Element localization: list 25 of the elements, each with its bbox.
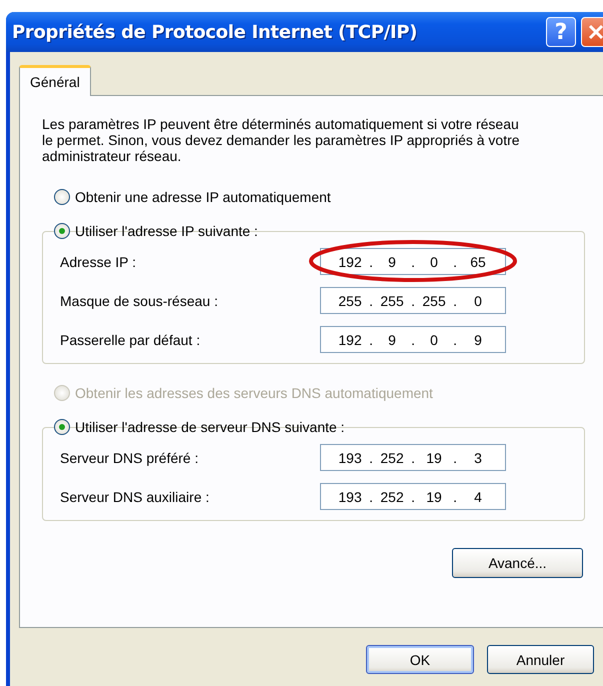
radio-label: Obtenir les adresses des serveurs DNS automatiquement — [75, 385, 433, 401]
description-text: Les paramètres IP peuvent être déterminés automatiquement si votre réseau le permet. Sinon, vous devez demander les paramètres IP appropriés à votre administrateur réseau. — [42, 116, 521, 164]
field-label: Masque de sous-réseau : — [60, 292, 219, 308]
radio-label: Obtenir une adresse IP automatiquement — [75, 189, 331, 205]
ip-address-field[interactable]: 192 . 9 . 0 . 65 — [320, 248, 506, 275]
field-label: Passerelle par défaut : — [60, 332, 202, 348]
radio-button[interactable] — [54, 189, 70, 205]
radio-button[interactable] — [54, 419, 70, 435]
field-label: Adresse IP : — [60, 254, 138, 270]
ip-address-field[interactable]: 193 . 252 . 19 . 4 — [320, 483, 506, 510]
window-title: Propriétés de Protocole Internet (TCP/IP) — [12, 22, 418, 42]
radio-label: Utiliser l'adresse IP suivante : — [75, 223, 258, 239]
cancel-button[interactable]: Annuler — [487, 645, 594, 674]
radio-button[interactable] — [54, 223, 70, 239]
field-label: Serveur DNS auxiliaire : — [60, 488, 210, 504]
ip-address-field[interactable]: 193 . 252 . 19 . 3 — [320, 444, 506, 471]
ip-address-field[interactable]: 192 . 9 . 0 . 9 — [320, 326, 506, 353]
ok-button[interactable]: OK — [366, 645, 474, 674]
ip-address-field[interactable]: 255 . 255 . 255 . 0 — [320, 287, 506, 314]
radio-label: Utiliser l'adresse de serveur DNS suivante : — [75, 419, 345, 435]
close-button[interactable] — [581, 17, 603, 47]
advanced-button[interactable]: Avancé... — [452, 548, 583, 578]
close-icon — [588, 24, 603, 40]
field-label: Serveur DNS préféré : — [60, 450, 200, 466]
tab[interactable]: Général — [19, 65, 91, 96]
